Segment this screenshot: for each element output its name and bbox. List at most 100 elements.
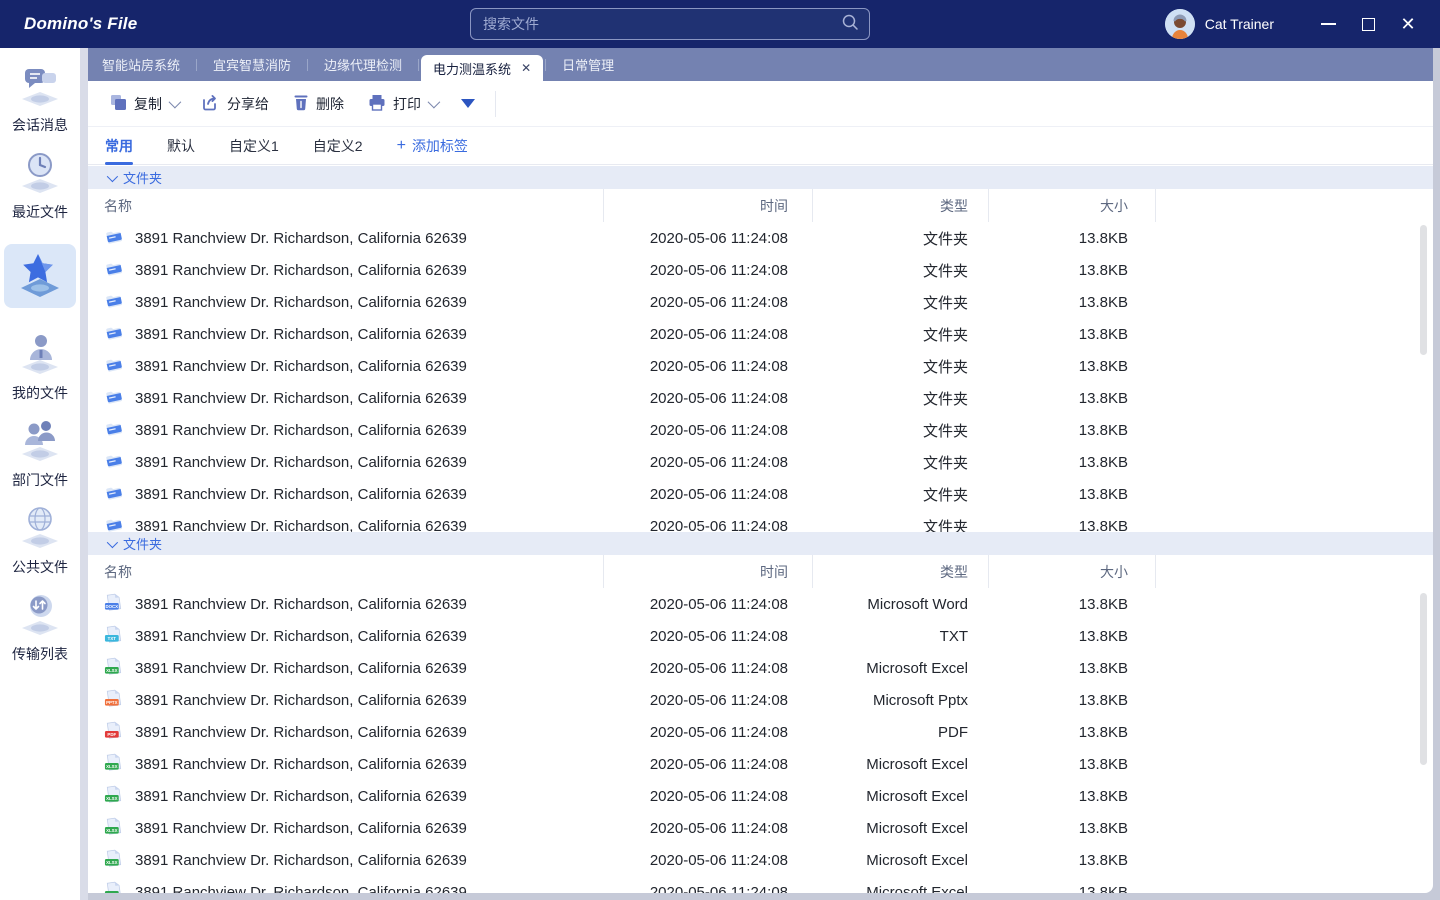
share-button[interactable]: 分享给 — [202, 94, 269, 114]
table-row[interactable]: XLSX 3891 Ranchview Dr. Richardson, Calif… — [88, 812, 1433, 844]
sidebar-item-favorites[interactable] — [4, 244, 76, 308]
printer-icon — [368, 94, 386, 114]
section-header[interactable]: 文件夹 — [88, 532, 1433, 555]
file-name-cell: 3891 Ranchview Dr. Richardson, Californi… — [88, 354, 603, 378]
svg-text:XLSX: XLSX — [106, 796, 117, 801]
sidebar-item-部门文件[interactable]: 部门文件 — [0, 417, 80, 490]
top-bar: Domino's File Cat Trainer ✕ — [0, 0, 1440, 48]
file-size-cell: 13.8KB — [988, 294, 1155, 311]
folder-file-icon — [104, 322, 123, 346]
table-row[interactable]: PPTX3891 Ranchview Dr. Richardson, Calif… — [88, 684, 1433, 716]
user-name[interactable]: Cat Trainer — [1205, 16, 1274, 32]
section-scrollbar-thumb[interactable] — [1420, 225, 1427, 355]
table-row[interactable]: 3891 Ranchview Dr. Richardson, Californi… — [88, 382, 1433, 414]
file-name-cell: 3891 Ranchview Dr. Richardson, Californi… — [88, 482, 603, 506]
tab-close-icon[interactable]: ✕ — [521, 61, 531, 75]
file-size-cell: 13.8KB — [988, 486, 1155, 503]
column-header-size[interactable]: 大小 — [988, 189, 1155, 222]
table-row[interactable]: XLSX3891 Ranchview Dr. Richardson, Calif… — [88, 876, 1433, 893]
chat-messages-icon — [17, 62, 63, 113]
trash-icon — [293, 94, 309, 114]
table-row[interactable]: XLSX3891 Ranchview Dr. Richardson, Calif… — [88, 748, 1433, 780]
workspace-tab-3[interactable]: 边缘代理检测 — [310, 48, 416, 81]
file-name: 3891 Ranchview Dr. Richardson, Californi… — [135, 454, 467, 471]
file-name: 3891 Ranchview Dr. Richardson, Californi… — [135, 390, 467, 407]
file-size-cell: 13.8KB — [988, 820, 1155, 837]
file-name: 3891 Ranchview Dr. Richardson, Californi… — [135, 628, 467, 645]
filter-tab-2[interactable]: 默认 — [167, 127, 195, 165]
filter-tab-4[interactable]: 自定义2 — [313, 127, 363, 165]
maximize-button[interactable] — [1348, 0, 1388, 48]
table-row[interactable]: 3891 Ranchview Dr. Richardson, Californi… — [88, 350, 1433, 382]
table-row[interactable]: 3891 Ranchview Dr. Richardson, Californi… — [88, 446, 1433, 478]
search-icon[interactable] — [841, 13, 859, 36]
table-row[interactable]: PDF3891 Ranchview Dr. Richardson, Califo… — [88, 716, 1433, 748]
window-scrollbar-track[interactable] — [1433, 48, 1440, 900]
more-actions-dropdown-icon[interactable] — [461, 99, 475, 108]
search-input[interactable] — [483, 16, 841, 32]
transfer-list-icon — [17, 591, 63, 642]
folder-file-icon — [104, 290, 123, 314]
section-scrollbar-thumb[interactable] — [1420, 593, 1427, 765]
table-body: DOCX3891 Ranchview Dr. Richardson, Calif… — [88, 588, 1433, 893]
sidebar-item-传输列表[interactable]: 传输列表 — [0, 591, 80, 664]
column-header-time[interactable]: 时间 — [603, 555, 812, 588]
table-row[interactable]: 3891 Ranchview Dr. Richardson, Californi… — [88, 510, 1433, 532]
table-row[interactable]: 3891 Ranchview Dr. Richardson, Californi… — [88, 318, 1433, 350]
filter-tab-1[interactable]: 常用 — [105, 127, 133, 165]
sidebar-item-label: 我的文件 — [12, 383, 68, 403]
filter-tabs: 常用默认自定义1 自定义2 +添加标签 — [88, 127, 1433, 165]
table-row[interactable]: TXT3891 Ranchview Dr. Richardson, Califo… — [88, 620, 1433, 652]
table-row[interactable]: 3891 Ranchview Dr. Richardson, Californi… — [88, 286, 1433, 318]
xlsx-file-icon: XLSX — [104, 816, 123, 840]
sidebar-item-最近文件[interactable]: 最近文件 — [0, 149, 80, 222]
user-avatar[interactable] — [1165, 9, 1195, 39]
tab-separator — [307, 59, 308, 71]
table-row[interactable]: 3891 Ranchview Dr. Richardson, Californi… — [88, 222, 1433, 254]
file-time-cell: 2020-05-06 11:24:08 — [603, 596, 812, 613]
tab-label: 边缘代理检测 — [324, 55, 402, 74]
file-time-cell: 2020-05-06 11:24:08 — [603, 390, 812, 407]
column-header-type[interactable]: 类型 — [812, 555, 988, 588]
workspace-tab-1[interactable]: 智能站房系统 — [88, 48, 194, 81]
sidebar-item-我的文件[interactable]: 我的文件 — [0, 330, 80, 403]
print-button[interactable]: 打印 — [368, 94, 437, 114]
column-header-name[interactable]: 名称 — [88, 555, 603, 588]
column-header-size[interactable]: 大小 — [988, 555, 1155, 588]
sidebar-item-label: 部门文件 — [12, 470, 68, 490]
file-size-cell: 13.8KB — [988, 358, 1155, 375]
table-row[interactable]: XLSX3891 Ranchview Dr. Richardson, Calif… — [88, 844, 1433, 876]
table-row[interactable]: XLSX3891 Ranchview Dr. Richardson, Calif… — [88, 780, 1433, 812]
section-header[interactable]: 文件夹 — [88, 166, 1433, 189]
table-row[interactable]: 3891 Ranchview Dr. Richardson, Californi… — [88, 478, 1433, 510]
file-name: 3891 Ranchview Dr. Richardson, Californi… — [135, 230, 467, 247]
file-type-cell: 文件夹 — [812, 356, 988, 377]
file-type-cell: Microsoft Excel — [812, 884, 988, 894]
column-header-type[interactable]: 类型 — [812, 189, 988, 222]
copy-label: 复制 — [134, 94, 162, 114]
table-row[interactable]: 3891 Ranchview Dr. Richardson, Californi… — [88, 254, 1433, 286]
copy-button[interactable]: 复制 — [110, 94, 178, 114]
minimize-button[interactable] — [1308, 0, 1348, 48]
table-row[interactable]: 3891 Ranchview Dr. Richardson, Californi… — [88, 414, 1433, 446]
svg-text:XLSX: XLSX — [106, 828, 117, 833]
sidebar-item-label: 传输列表 — [12, 644, 68, 664]
file-time-cell: 2020-05-06 11:24:08 — [603, 326, 812, 343]
add-tag-button[interactable]: +添加标签 — [397, 136, 468, 156]
close-button[interactable]: ✕ — [1388, 0, 1428, 48]
workspace-tab-4[interactable]: 电力测温系统✕ — [421, 55, 543, 81]
file-size-cell: 13.8KB — [988, 422, 1155, 439]
workspace-tab-5[interactable]: 日常管理 — [548, 48, 628, 81]
sidebar-item-公共文件[interactable]: 公共文件 — [0, 504, 80, 577]
table-row[interactable]: DOCX3891 Ranchview Dr. Richardson, Calif… — [88, 588, 1433, 620]
sidebar-item-会话消息[interactable]: 会话消息 — [0, 62, 80, 135]
workspace-tab-2[interactable]: 宜宾智慧消防 — [199, 48, 305, 81]
table-row[interactable]: XLSX3891 Ranchview Dr. Richardson, Calif… — [88, 652, 1433, 684]
file-name: 3891 Ranchview Dr. Richardson, Californi… — [135, 820, 467, 837]
column-header-name[interactable]: 名称 — [88, 189, 603, 222]
column-header-time[interactable]: 时间 — [603, 189, 812, 222]
delete-button[interactable]: 删除 — [293, 94, 344, 114]
filter-tab-3[interactable]: 自定义1 — [229, 127, 279, 165]
file-size-cell: 13.8KB — [988, 756, 1155, 773]
search-box[interactable] — [470, 8, 870, 40]
